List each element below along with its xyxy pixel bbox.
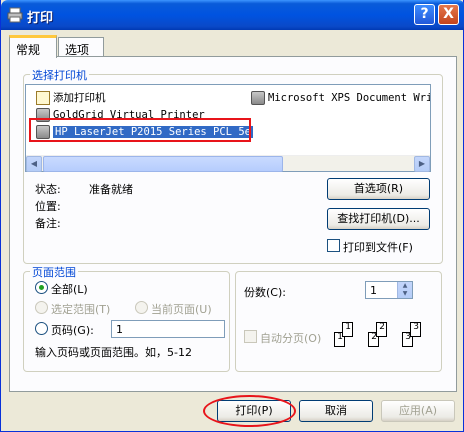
status-value: 准备就绪	[89, 183, 133, 196]
printer-list-scrollbar[interactable]: ◀ ▶	[26, 155, 430, 172]
printer-icon	[7, 7, 23, 23]
collate-preview-2: 2 2	[368, 322, 392, 352]
radio-pages-label: 页码(G):	[51, 324, 94, 337]
spin-up-icon[interactable]: ▲	[398, 282, 412, 290]
collate-checkbox[interactable]	[244, 330, 257, 343]
pages-input[interactable]: 1	[111, 320, 225, 338]
collate-preview-3: 3 3	[402, 322, 426, 352]
collate-page: 1	[342, 322, 353, 337]
cancel-button[interactable]: 取消	[299, 400, 373, 422]
status-label: 状态:	[35, 183, 61, 196]
apply-button[interactable]: 应用(A)	[381, 400, 455, 422]
radio-pages[interactable]	[35, 322, 48, 335]
copies-spinner[interactable]: ▲ ▼	[397, 282, 412, 298]
printer-item-add[interactable]: 添加打印机	[36, 89, 106, 106]
collate-page: 2	[376, 322, 387, 337]
annotation-highlight-oval	[203, 395, 296, 427]
tab-options[interactable]: 选项	[58, 37, 104, 57]
scrollbar-thumb[interactable]	[43, 156, 283, 172]
scroll-left-icon[interactable]: ◀	[26, 156, 42, 172]
annotation-highlight-box	[29, 118, 251, 142]
tab-general[interactable]: 常规	[9, 35, 57, 58]
printer-item-xps[interactable]: Microsoft XPS Document Writ	[251, 89, 431, 106]
close-button[interactable]: X	[438, 4, 459, 25]
collate-label: 自动分页(O)	[260, 332, 322, 345]
print-to-file-label: 打印到文件(F)	[343, 241, 413, 254]
radio-all-label: 全部(L)	[51, 283, 88, 296]
radio-all[interactable]	[35, 281, 48, 294]
print-to-file-checkbox[interactable]	[327, 239, 340, 252]
print-dialog: 打印 ? X 常规 选项 选择打印机 添加打印机 Microsoft XPS D…	[0, 0, 464, 432]
add-printer-icon	[36, 90, 50, 105]
printer-item-label: Microsoft XPS Document Writ	[268, 91, 431, 104]
printer-icon	[251, 90, 265, 105]
find-printer-button[interactable]: 查找打印机(D)...	[327, 208, 430, 230]
radio-selection-label: 选定范围(T)	[51, 303, 111, 316]
page-range-title: 页面范围	[30, 264, 78, 280]
radio-selection[interactable]	[35, 301, 48, 314]
select-printer-title: 选择打印机	[30, 67, 89, 83]
collate-page: 3	[410, 322, 421, 337]
window-title: 打印	[27, 11, 54, 26]
location-label: 位置:	[35, 200, 61, 213]
scroll-right-icon[interactable]: ▶	[414, 156, 430, 172]
radio-current-page-label: 当前页面(U)	[151, 303, 212, 316]
radio-current-page[interactable]	[135, 301, 148, 314]
comment-label: 备注:	[35, 217, 61, 230]
preferences-button[interactable]: 首选项(R)	[327, 178, 430, 200]
spin-down-icon[interactable]: ▼	[398, 290, 412, 298]
copies-label: 份数(C):	[244, 286, 286, 299]
collate-preview-1: 1 1	[334, 322, 358, 352]
help-button[interactable]: ?	[414, 4, 435, 25]
printer-item-label: 添加打印机	[53, 92, 106, 104]
page-range-hint: 输入页码或页面范围。如，5-12	[35, 346, 192, 359]
title-bar[interactable]: 打印 ? X	[1, 0, 464, 30]
